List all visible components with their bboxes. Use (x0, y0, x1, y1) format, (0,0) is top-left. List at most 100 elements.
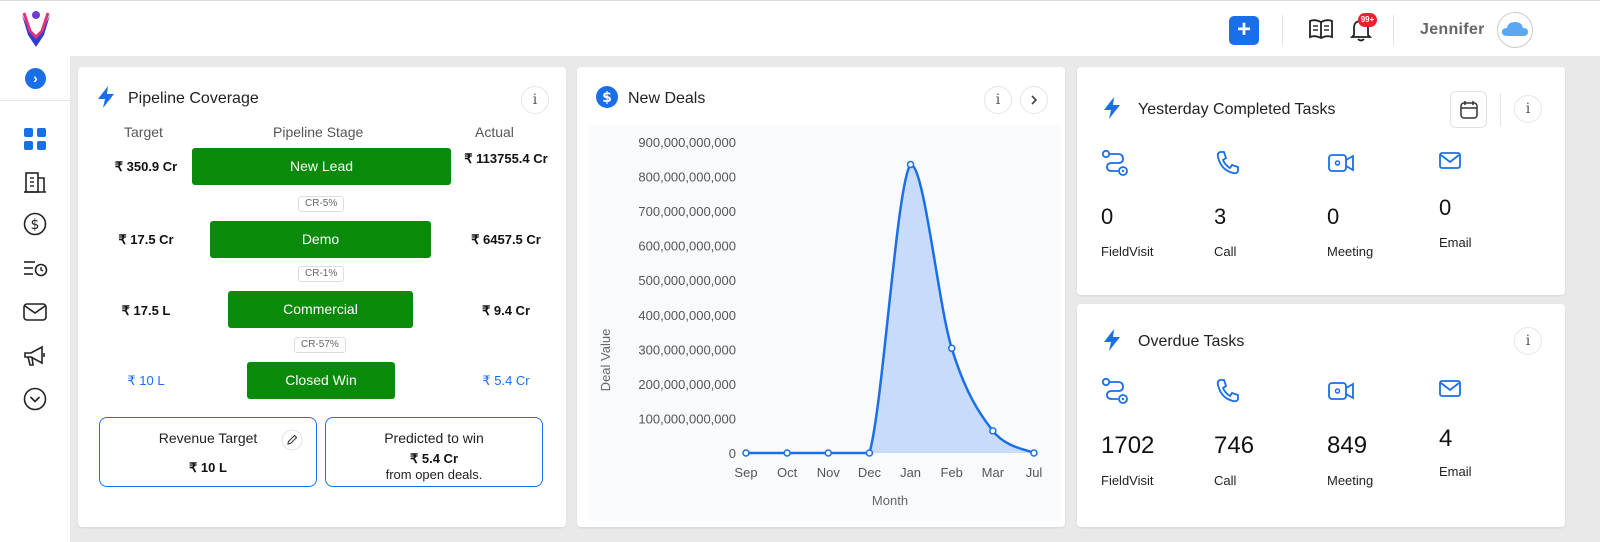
predicted-win-value: ₹ 5.4 Cr (409, 451, 458, 466)
notification-badge: 99+ (1358, 13, 1377, 27)
info-button[interactable]: i (1514, 95, 1542, 123)
x-tick-label: Mar (982, 465, 1005, 480)
y-tick-label: 100,000,000,000 (638, 411, 736, 426)
y-tick-label: 300,000,000,000 (638, 342, 736, 357)
revenue-target-value: ₹ 10 L (189, 460, 227, 475)
data-point[interactable] (824, 449, 833, 457)
predicted-win-box: Predicted to win ₹ 5.4 Cr from open deal… (325, 417, 543, 487)
route-icon (1100, 376, 1130, 411)
megaphone-icon[interactable] (22, 343, 48, 369)
next-button[interactable] (1020, 86, 1048, 114)
task-count-fieldvisit: 0 (1101, 204, 1114, 229)
x-axis-label: Month (872, 493, 908, 508)
phone-icon (1213, 376, 1243, 411)
x-tick-label: Jan (900, 465, 921, 480)
pencil-icon[interactable] (281, 429, 303, 451)
task-list-icon[interactable] (22, 255, 48, 281)
stage-target: ₹ 10 L (127, 373, 165, 388)
calendar-icon (1460, 101, 1478, 119)
mail-icon (1438, 149, 1462, 178)
building-icon[interactable] (22, 168, 48, 194)
task-label-call: Call (1214, 473, 1237, 488)
stage-bar-new-lead[interactable]: New Lead (192, 148, 451, 185)
data-point[interactable] (783, 449, 791, 457)
stage-actual: ₹ 6457.5 Cr (471, 232, 541, 247)
predicted-win-label: Predicted to win (384, 430, 484, 446)
task-count-email: 0 (1439, 195, 1452, 220)
card-title: Yesterday Completed Tasks (1138, 101, 1336, 118)
stage-target: ₹ 17.5 Cr (118, 232, 174, 247)
stage-target: ₹ 350.9 Cr (114, 159, 178, 174)
revenue-target-box: Revenue Target ₹ 10 L (99, 417, 317, 487)
header-divider (1500, 93, 1501, 126)
stage-bar-commercial[interactable]: Commercial (228, 291, 413, 328)
task-label-meeting: Meeting (1327, 473, 1374, 488)
data-point[interactable] (865, 449, 874, 457)
task-count-fieldvisit: 1702 (1101, 432, 1155, 459)
top-bar: + 99+ Jennifer (0, 0, 1600, 56)
mail-icon (1438, 377, 1462, 406)
y-tick-label: 400,000,000,000 (638, 308, 736, 323)
info-button[interactable]: i (984, 86, 1012, 114)
book-icon[interactable] (1308, 18, 1334, 40)
stage-actual: ₹ 5.4 Cr (482, 373, 530, 388)
predicted-win-note: from open deals. (385, 467, 483, 482)
avatar[interactable] (1497, 12, 1533, 48)
task-label-call: Call (1214, 244, 1237, 259)
stage-actual: ₹ 113755.4 Cr (464, 151, 548, 166)
x-tick-label: Feb (941, 465, 963, 480)
deal-value-chart: 0 100,000,000,000 200,000,000,000 300,000,0… (589, 125, 1061, 521)
y-tick-label: 900,000,000,000 (638, 135, 736, 150)
conversion-rate: CR-57% (294, 337, 346, 353)
user-name[interactable]: Jennifer (1420, 21, 1485, 39)
data-point[interactable] (1030, 449, 1038, 457)
task-label-fieldvisit: FieldVisit (1101, 244, 1154, 259)
add-button[interactable]: + (1229, 16, 1259, 45)
y-tick-label: 700,000,000,000 (638, 204, 736, 219)
y-tick-label: 600,000,000,000 (638, 239, 736, 254)
data-point[interactable] (742, 449, 750, 457)
phone-icon (1213, 148, 1243, 183)
task-count-meeting: 0 (1327, 204, 1340, 229)
sidebar-expand-button[interactable]: › (25, 68, 46, 89)
lightning-icon (98, 86, 114, 108)
column-header-stage: Pipeline Stage (273, 124, 364, 140)
stage-bar-demo[interactable]: Demo (210, 221, 431, 258)
app-logo[interactable] (18, 9, 54, 49)
task-count-call: 746 (1214, 432, 1255, 459)
task-label-fieldvisit: FieldVisit (1101, 473, 1154, 488)
svg-text:$: $ (31, 217, 40, 233)
task-label-email: Email (1439, 235, 1472, 250)
sidebar-divider (0, 100, 70, 101)
dashboard-icon[interactable] (22, 126, 48, 152)
video-icon (1326, 148, 1356, 183)
y-axis-label: Deal Value (598, 329, 613, 392)
new-deals-card: $ New Deals i 0 100,000,000,000 200,000,00… (577, 67, 1065, 527)
chevron-right-icon (1031, 95, 1038, 105)
column-header-actual: Actual (475, 124, 514, 140)
dollar-icon[interactable]: $ (22, 211, 48, 237)
lightning-icon (1104, 97, 1120, 119)
y-tick-label: 800,000,000,000 (638, 170, 736, 185)
conversion-rate: CR-5% (298, 196, 345, 212)
yesterday-tasks-card: Yesterday Completed Tasks i 0 FieldVisit 3… (1077, 67, 1565, 295)
data-point[interactable] (989, 427, 997, 435)
mail-icon[interactable] (22, 299, 48, 325)
data-point[interactable] (906, 160, 915, 169)
stage-actual: ₹ 9.4 Cr (481, 303, 530, 318)
lightning-icon (1104, 329, 1120, 351)
data-point[interactable] (947, 344, 956, 353)
y-tick-label: 0 (729, 446, 736, 461)
card-title: Overdue Tasks (1138, 333, 1245, 350)
dollar-circle-icon: $ (596, 86, 618, 108)
calendar-button[interactable] (1450, 91, 1487, 128)
cloud-icon (1502, 22, 1528, 36)
x-tick-label: Jul (1026, 465, 1043, 480)
card-title: New Deals (628, 90, 706, 107)
chevron-down-icon[interactable] (22, 386, 48, 412)
stage-bar-closed-win[interactable]: Closed Win (247, 362, 395, 399)
toolbar-divider (1393, 15, 1394, 45)
column-header-target: Target (124, 124, 163, 140)
info-button[interactable]: i (1514, 327, 1542, 355)
info-button[interactable]: i (521, 86, 549, 114)
